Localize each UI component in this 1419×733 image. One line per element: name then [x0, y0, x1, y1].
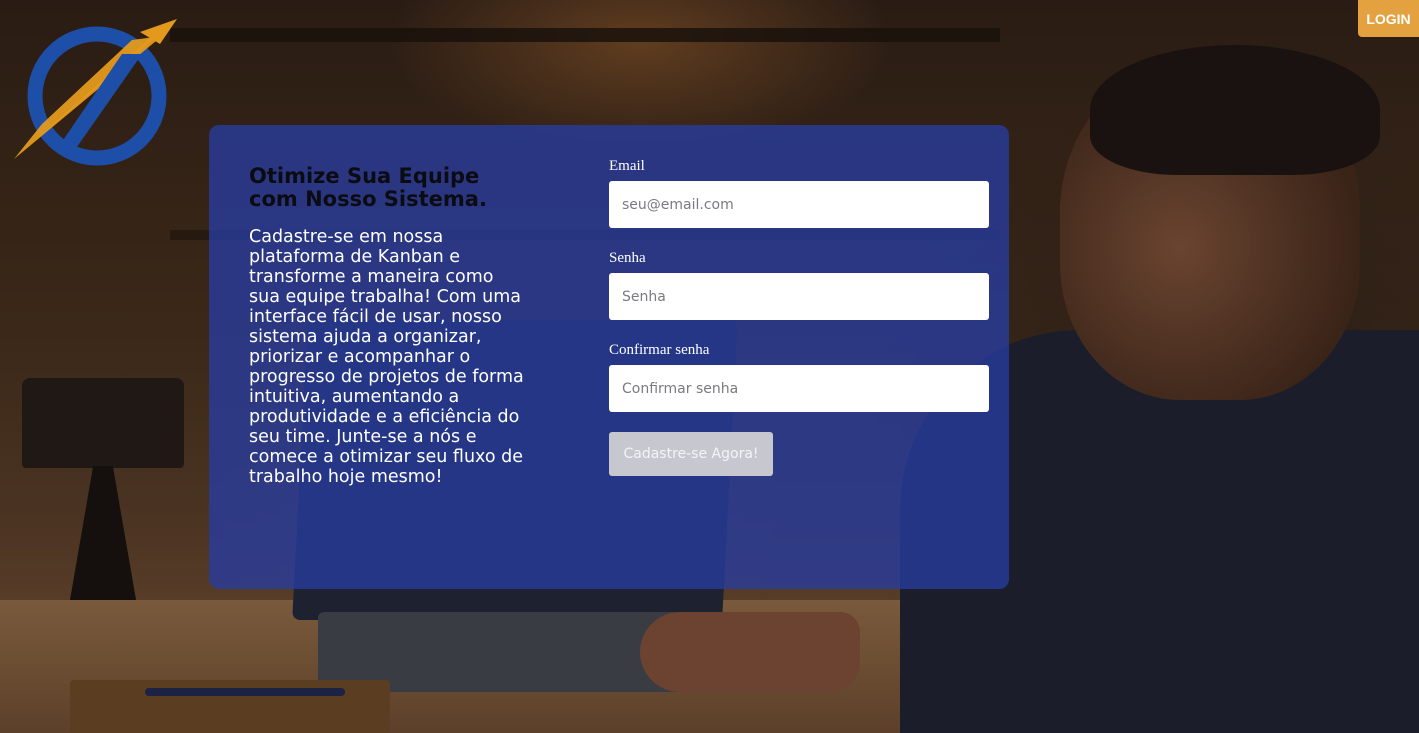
confirm-password-field-group: Confirmar senha — [609, 342, 989, 412]
person-hand — [640, 612, 860, 692]
confirm-password-input[interactable] — [609, 365, 989, 412]
hero-section: Otimize Sua Equipe com Nosso Sistema. Ca… — [249, 164, 529, 488]
confirm-password-label: Confirmar senha — [609, 342, 710, 358]
password-field-group: Senha — [609, 250, 989, 320]
logo[interactable] — [12, 14, 182, 169]
signup-card: Otimize Sua Equipe com Nosso Sistema. Ca… — [209, 125, 1009, 589]
pen — [145, 688, 345, 696]
password-input[interactable] — [609, 273, 989, 320]
email-input[interactable] — [609, 181, 989, 228]
signup-submit-button[interactable]: Cadastre-se Agora! — [609, 432, 773, 476]
shelf — [170, 28, 1000, 42]
circle-arrow-logo-icon — [14, 19, 177, 166]
login-button[interactable]: LOGIN — [1358, 0, 1419, 37]
lamp-shade — [22, 378, 184, 468]
email-label: Email — [609, 158, 645, 174]
hero-title: Otimize Sua Equipe com Nosso Sistema. — [249, 164, 487, 211]
password-label: Senha — [609, 250, 646, 266]
email-field-group: Email — [609, 158, 989, 228]
person-hair — [1090, 45, 1380, 175]
hero-description: Cadastre-se em nossa plataforma de Kanba… — [249, 227, 524, 487]
signup-form: Email Senha Confirmar senha Cadastre-se … — [609, 158, 989, 476]
